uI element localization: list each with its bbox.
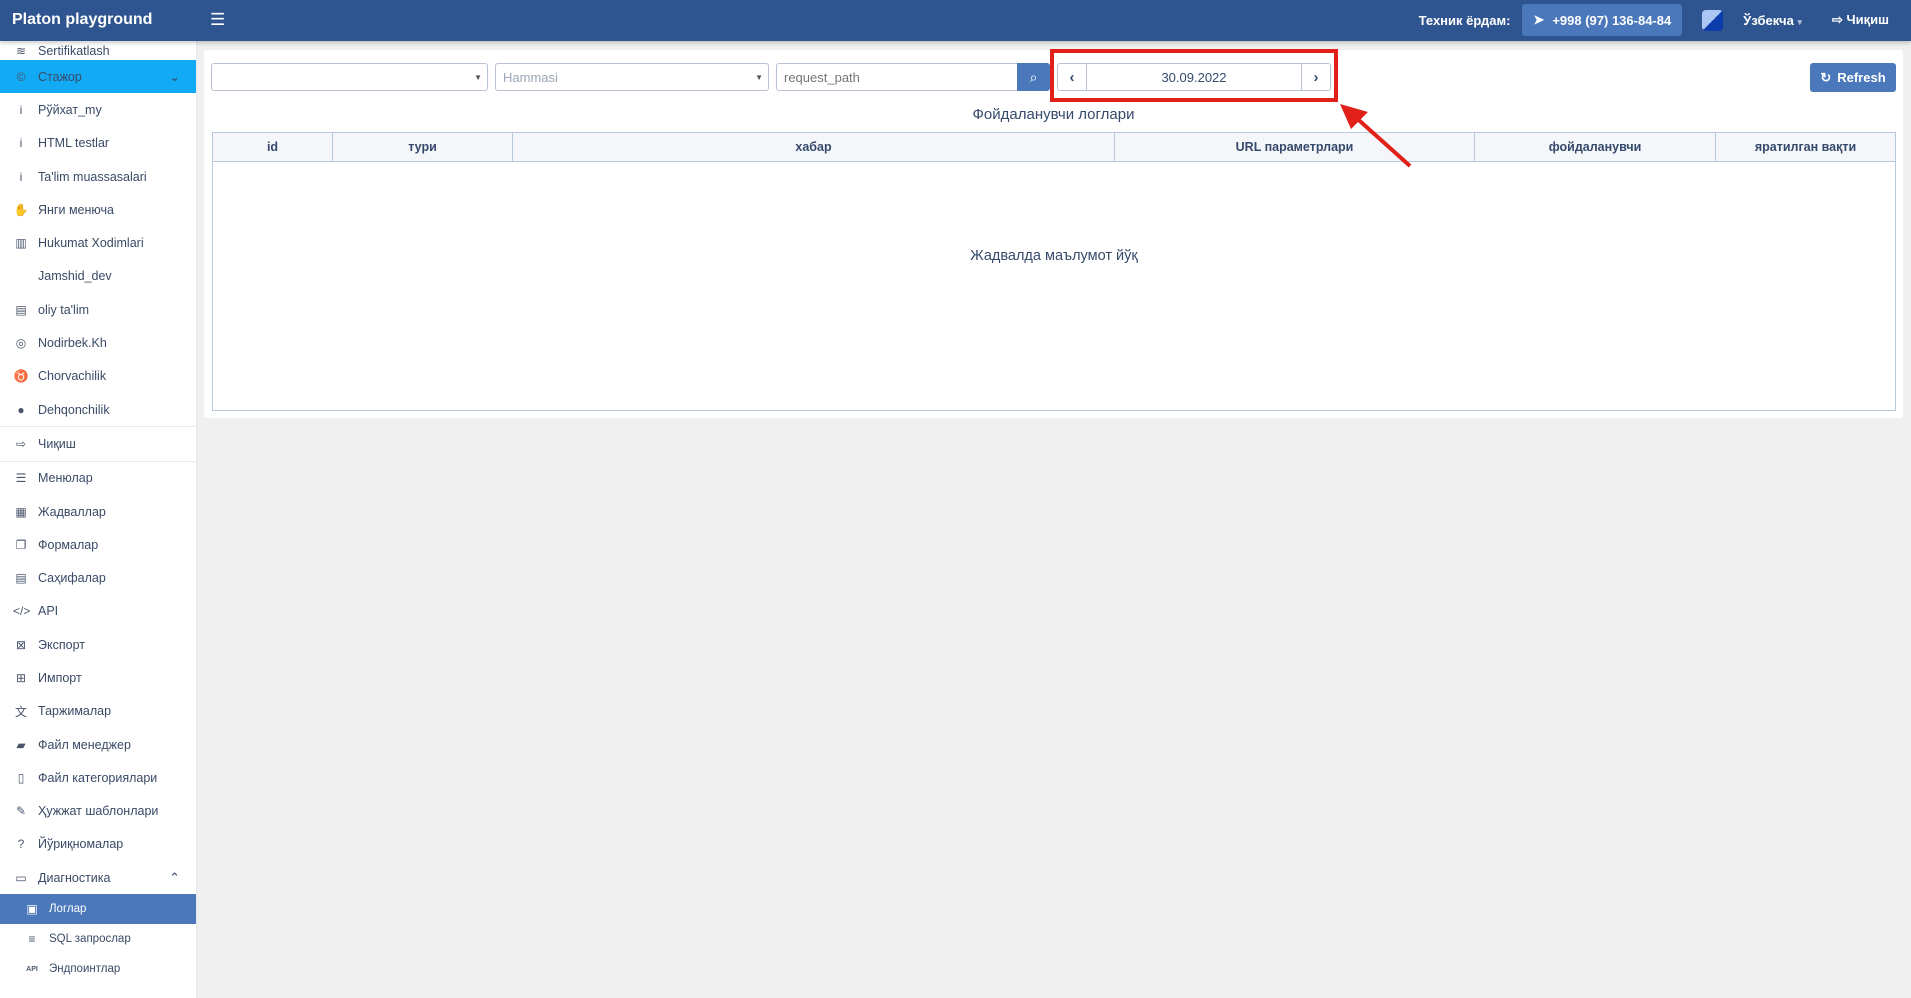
annotation-arrow bbox=[1340, 104, 1412, 168]
arrow-shaft bbox=[1350, 112, 1412, 168]
